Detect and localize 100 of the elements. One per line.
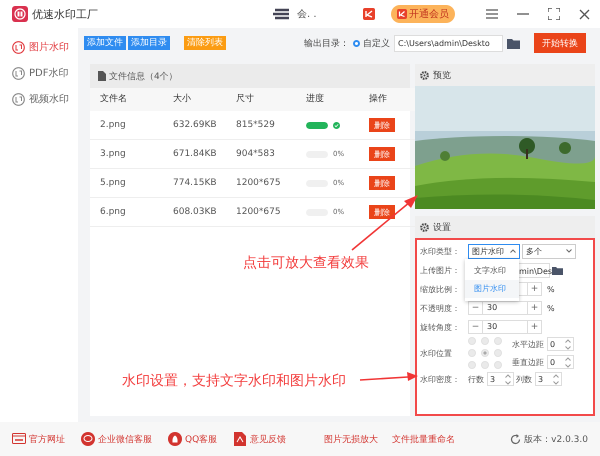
panel-title: 预览 (433, 70, 451, 82)
setting-label: 水印密度： (420, 374, 461, 384)
type-dropdown[interactable]: 图片水印 (468, 244, 520, 258)
stamp-icon (12, 40, 25, 54)
position-radio[interactable] (468, 337, 476, 345)
table-cell: 608.03KB (173, 198, 236, 227)
fullscreen-icon[interactable] (548, 8, 560, 20)
setting-label: 列数 (516, 374, 532, 384)
path-field[interactable]: C:\Users\admin\Deskto (394, 34, 503, 52)
spinner-arrows-icon (565, 338, 571, 350)
table-cell: 815*529 (236, 111, 306, 140)
vip-badge-icon (363, 8, 375, 20)
file-icon (98, 71, 106, 81)
spinner-arrows-icon (505, 374, 511, 384)
start-button[interactable]: 开始转换 (534, 33, 586, 53)
footer-link[interactable]: 文件批量重命名 (392, 432, 456, 446)
setting-label: 上传图片： (420, 264, 461, 276)
panel-title: 文件信息（4个） (109, 70, 178, 82)
toolbar-button[interactable]: 添加文件 (84, 36, 126, 50)
delete-button[interactable]: 删除 (369, 118, 395, 132)
position-radio[interactable] (481, 349, 489, 357)
stamp-icon (12, 92, 25, 106)
toolbar-button[interactable]: 添加目录 (128, 36, 170, 50)
website-icon (12, 432, 26, 446)
number-field[interactable]: 0 (547, 355, 574, 369)
position-radio[interactable] (468, 361, 476, 369)
table-cell: 3.png (90, 140, 173, 169)
column-header: 文件名 (90, 88, 173, 111)
footer-link[interactable]: QQ客服 (168, 432, 218, 446)
unit-label: % (547, 304, 555, 312)
position-radio[interactable] (494, 349, 502, 357)
footer-link[interactable]: 企业微信客服 (81, 432, 152, 446)
stamp-icon (12, 66, 25, 80)
setting-label: 垂直边距 (512, 356, 544, 368)
unit-label: % (547, 284, 555, 294)
number-field[interactable]: 0 (547, 337, 574, 351)
delete-button[interactable]: 删除 (369, 176, 395, 190)
column-header: 进度 (306, 88, 369, 111)
close-icon[interactable] (579, 8, 590, 20)
menu-item[interactable]: 图片水印 (465, 280, 519, 298)
table-cell: 671.84KB (173, 140, 236, 169)
position-radio[interactable] (481, 361, 489, 369)
number-field[interactable]: 3 (535, 372, 562, 386)
check-icon (333, 122, 340, 128)
table-cell: 904*583 (236, 140, 306, 169)
refresh-icon[interactable] (510, 434, 522, 444)
app-title: 优速水印工厂 (32, 6, 98, 22)
vip-badge-icon (397, 9, 407, 19)
caret-icon (566, 249, 572, 253)
table-cell: 5.png (90, 169, 173, 198)
annotation-arrow (360, 372, 418, 381)
count-dropdown[interactable]: 多个 (522, 244, 576, 258)
document-icon (233, 432, 248, 446)
position-radio[interactable] (494, 337, 502, 345)
position-radio[interactable] (481, 337, 489, 345)
folder-icon[interactable] (552, 266, 563, 274)
gear-icon (420, 222, 429, 232)
position-radio[interactable] (494, 361, 502, 369)
column-header: 大小 (173, 88, 236, 111)
setting-label: 缩放比例： (420, 284, 461, 294)
sidebar-item[interactable]: PDF水印 (0, 60, 78, 86)
setting-label: 旋转角度： (420, 322, 461, 332)
spinner-arrows-icon (553, 374, 559, 384)
menu-icon[interactable] (486, 9, 498, 19)
sidebar-item[interactable]: 视频水印 (0, 86, 78, 112)
number-field[interactable]: 3 (487, 372, 514, 386)
gear-icon (420, 70, 429, 80)
delete-button[interactable]: 删除 (369, 147, 395, 161)
annotation-text: 点击可放大查看效果 (243, 254, 369, 272)
radio-option[interactable]: 自定义 (353, 36, 390, 50)
table-cell: 6.png (90, 198, 173, 227)
app-logo-icon (12, 6, 28, 22)
panel-title: 设置 (433, 222, 451, 234)
setting-label: 水印位置 (420, 348, 453, 358)
table-cell: 1200*675 (236, 198, 306, 227)
vip-button[interactable]: 开通会员 (391, 5, 455, 23)
setting-label: 水平边距 (512, 338, 544, 350)
version-label: 版本：v2.0.3.0 (524, 434, 588, 446)
progress-bar (306, 122, 328, 128)
delete-button[interactable]: 删除 (369, 205, 395, 219)
table-cell: 774.15KB (173, 169, 236, 198)
setting-label: 行数 (468, 374, 484, 384)
annotation-text: 水印设置，支持文字水印和图片水印 (122, 372, 346, 390)
folder-icon[interactable] (507, 38, 520, 48)
footer-link[interactable]: 意见反馈 (233, 432, 286, 446)
caret-icon (510, 249, 516, 253)
annotation-arrow (351, 195, 418, 251)
menu-item[interactable]: 文字水印 (465, 262, 519, 280)
position-radio[interactable] (468, 349, 476, 357)
setting-label: 水印类型： (420, 246, 461, 256)
spinner-arrows-icon (565, 356, 571, 368)
table-cell: 1200*675 (236, 169, 306, 198)
output-label: 输出目录： (304, 38, 349, 50)
footer-link[interactable]: 图片无损放大 (324, 432, 378, 446)
sidebar-item[interactable]: 图片水印 (0, 34, 78, 60)
chat-bubble-icon (81, 432, 95, 446)
table-cell: 2.png (90, 111, 173, 140)
footer-link[interactable]: 官方网址 (12, 432, 65, 446)
setting-label: 不透明度： (420, 302, 461, 314)
column-header: 尺寸 (236, 88, 306, 111)
